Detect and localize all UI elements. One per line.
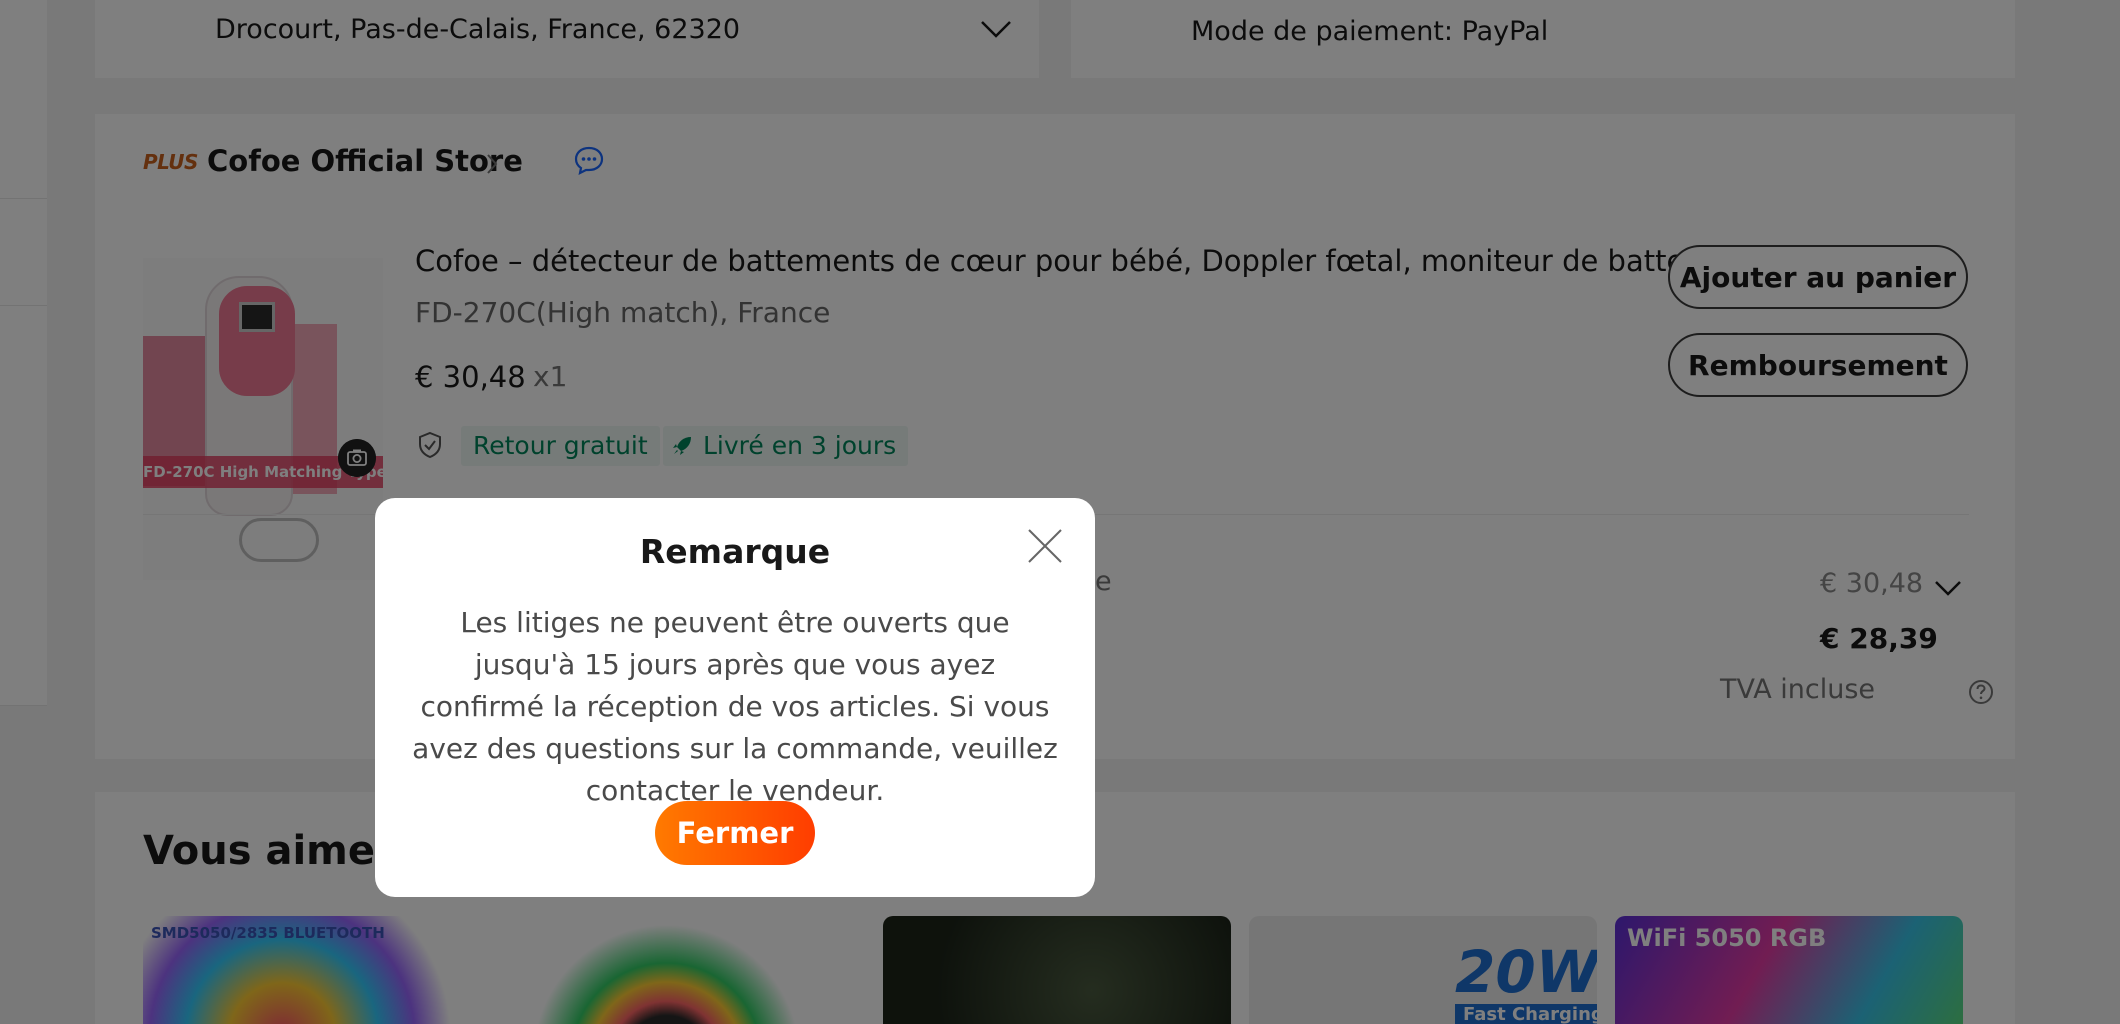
notice-modal: Remarque Les litiges ne peuvent être ouv… bbox=[375, 498, 1095, 897]
modal-message: Les litiges ne peuvent être ouverts que … bbox=[412, 606, 1058, 807]
modal-title: Remarque bbox=[639, 532, 831, 571]
close-modal-button[interactable]: Fermer bbox=[655, 801, 815, 865]
close-icon[interactable] bbox=[1025, 526, 1065, 566]
